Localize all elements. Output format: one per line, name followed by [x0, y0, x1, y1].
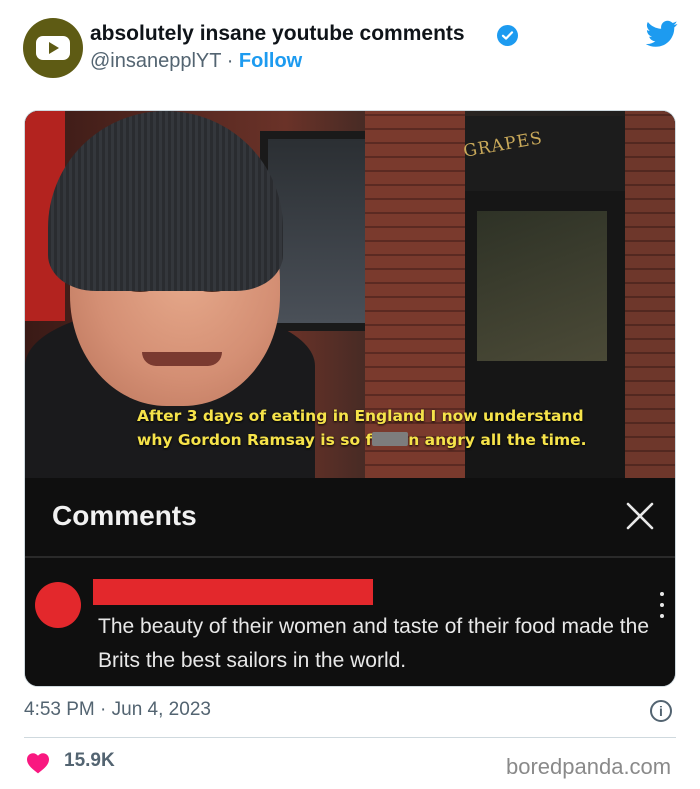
selfie-photo: GRAPES After 3 days of eating in England…	[25, 111, 675, 478]
commenter-avatar-redacted	[35, 582, 81, 628]
caption-line-2-end: n angry all the time.	[408, 431, 587, 449]
separator-dot: ·	[226, 50, 234, 72]
caption-line-2-start: why Gordon Ramsay is so f	[137, 431, 373, 449]
comments-title: Comments	[52, 500, 197, 531]
comments-panel: Comments The beauty of their women and t…	[25, 478, 675, 686]
twitter-bird-icon[interactable]	[646, 20, 678, 48]
censor-blur	[372, 432, 409, 446]
user-handle[interactable]: @insanepplYT	[90, 50, 221, 72]
tweet-media[interactable]: GRAPES After 3 days of eating in England…	[24, 110, 676, 687]
brick-wall-right	[625, 111, 675, 478]
handle-row: @insanepplYT · Follow	[90, 50, 302, 73]
beanie-hat	[48, 111, 283, 291]
heart-icon[interactable]	[26, 752, 50, 774]
like-count[interactable]: 15.9K	[64, 750, 115, 772]
panel-divider	[25, 556, 675, 558]
commenter-name-redacted	[93, 579, 373, 605]
footer-divider	[24, 737, 676, 738]
profile-avatar[interactable]	[23, 18, 83, 78]
watermark: boredpanda.com	[506, 754, 672, 779]
display-name[interactable]: absolutely insane youtube comments	[90, 22, 465, 46]
smile	[142, 352, 222, 366]
info-icon[interactable]: i	[650, 700, 672, 722]
close-icon[interactable]	[622, 498, 658, 534]
video-caption: After 3 days of eating in England I now …	[137, 404, 587, 452]
comment-text: The beauty of their women and taste of t…	[98, 615, 650, 672]
tweet-timestamp[interactable]: 4:53 PM · Jun 4, 2023	[24, 699, 211, 721]
caption-line-2: why Gordon Ramsay is so f n angry all the…	[137, 428, 587, 452]
more-vert-icon[interactable]	[659, 592, 665, 618]
verified-badge-icon	[497, 25, 518, 46]
follow-button[interactable]: Follow	[239, 50, 302, 72]
tweet-card: absolutely insane youtube comments @insa…	[0, 0, 700, 789]
caption-line-1: After 3 days of eating in England I now …	[137, 407, 584, 425]
door-glass	[477, 211, 607, 361]
youtube-logo-icon	[36, 36, 70, 60]
